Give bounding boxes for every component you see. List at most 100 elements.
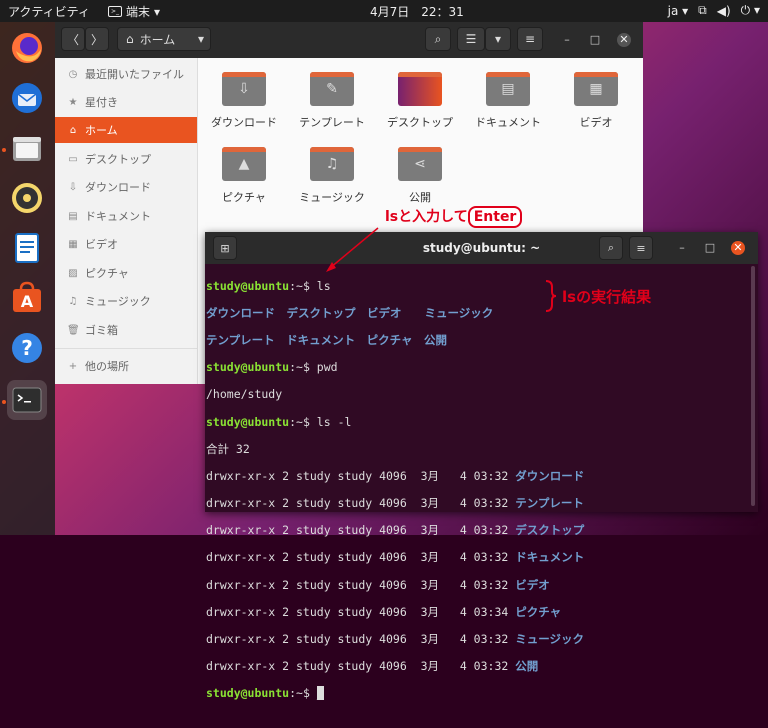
forward-button[interactable]: 〉 [85, 27, 109, 51]
terminal-line: study@ubuntu:~$ ls -l [206, 414, 352, 429]
running-indicator [2, 148, 6, 152]
software-center-icon: A [13, 281, 41, 312]
minimize-button[interactable]: – [560, 33, 574, 47]
document-icon: ▤ [68, 210, 78, 222]
folder-videos[interactable]: ▦ ビデオ [552, 68, 640, 142]
system-tray[interactable]: ja ▾ ⧉ ◀) ⏻ ▾ [668, 3, 760, 18]
chevron-down-icon: ▾ [154, 4, 161, 19]
sidebar-item-recent[interactable]: ◷ 最近開いたファイル [55, 61, 197, 87]
sidebar-item-other-locations[interactable]: + 他の場所 [55, 353, 197, 379]
input-method-indicator[interactable]: ja ▾ [668, 4, 689, 18]
sidebar-item-starred[interactable]: ★ 星付き [55, 89, 197, 115]
network-icon[interactable]: ⧉ [698, 3, 707, 18]
folder-templates[interactable]: ✎ テンプレート [288, 68, 376, 142]
video-icon: ▦ [68, 238, 78, 250]
view-options-button[interactable]: ▾ [485, 27, 511, 51]
libreoffice-writer-icon [15, 233, 39, 263]
thunderbird-icon [12, 83, 42, 113]
menu-button[interactable]: ≡ [517, 27, 543, 51]
top-bar: アクティビティ >_ 端末 ▾ 4月7日 22：31 ja ▾ ⧉ ◀) ⏻ ▾ [0, 0, 768, 22]
terminal-close-button[interactable]: ✕ [731, 241, 745, 255]
back-button[interactable]: 〈 [61, 27, 85, 51]
terminal-menu-button[interactable]: ≡ [629, 236, 653, 260]
terminal-line: study@ubuntu:~$ pwd [206, 360, 338, 375]
folder-downloads[interactable]: ⇩ ダウンロード [200, 68, 288, 142]
ls-l-row: drwxr-xr-x 2 study study 4096 3月 4 03:32… [206, 550, 585, 565]
power-icon[interactable]: ⏻ ▾ [741, 3, 760, 18]
dock-terminal[interactable] [7, 380, 47, 420]
svg-text:A: A [21, 292, 34, 311]
hamburger-icon: ≡ [524, 32, 536, 46]
terminal-output[interactable]: study@ubuntu:~$ ls ダウンロード デスクトップ ビデオ ミュー… [206, 266, 746, 728]
sidebar-item-music[interactable]: ♫ ミュージック [55, 288, 197, 314]
pwd-output: /home/study [206, 387, 283, 402]
location-button[interactable]: ⌂ ホーム ▾ [117, 27, 211, 51]
folder-pictures[interactable]: ▲ ピクチャ [200, 143, 288, 217]
folder-videos-icon: ▦ [574, 68, 618, 106]
dock-help[interactable]: ? [7, 328, 47, 368]
folder-music[interactable]: ♫ ミュージック [288, 143, 376, 217]
plus-icon: + [68, 360, 78, 372]
terminal-search-button[interactable]: ⌕ [599, 236, 623, 260]
home-icon: ⌂ [69, 124, 77, 136]
download-icon: ⇩ [68, 181, 78, 193]
folder-desktop[interactable]: デスクトップ [376, 68, 464, 142]
search-icon: ⌕ [434, 31, 442, 46]
terminal-headerbar: ⊞ study@ubuntu: ~ ⌕ ≡ – □ ✕ [205, 232, 758, 264]
search-icon: ⌕ [607, 241, 615, 254]
terminal-minimize-button[interactable]: – [675, 241, 689, 255]
files-icon [13, 137, 41, 161]
sidebar-separator [55, 348, 197, 349]
dock: A ? [0, 22, 55, 535]
sidebar-item-home[interactable]: ⌂ ホーム [55, 117, 197, 143]
sidebar-item-documents[interactable]: ▤ ドキュメント [55, 203, 197, 229]
folder-documents[interactable]: ▤ ドキュメント [464, 68, 552, 142]
close-button[interactable]: ✕ [617, 33, 631, 47]
ls-l-row: drwxr-xr-x 2 study study 4096 3月 4 03:34… [206, 604, 562, 619]
result-bracket [545, 280, 557, 312]
sidebar-item-trash[interactable]: 🗑 ゴミ箱 [55, 317, 197, 343]
app-name: 端末 [126, 5, 151, 19]
hamburger-icon: ≡ [636, 241, 646, 255]
ls-l-row: drwxr-xr-x 2 study study 4096 3月 4 03:32… [206, 523, 585, 538]
folder-templates-icon: ✎ [310, 68, 354, 106]
dock-software[interactable]: A [7, 278, 47, 318]
trash-icon: 🗑 [67, 324, 80, 336]
search-button[interactable]: ⌕ [425, 27, 451, 51]
maximize-button[interactable]: □ [588, 33, 602, 47]
chevron-down-icon: ▾ [494, 32, 502, 46]
sidebar-item-desktop[interactable]: ▭ デスクトップ [55, 146, 197, 172]
folder-music-icon: ♫ [310, 143, 354, 181]
music-icon: ♫ [68, 295, 78, 307]
dock-rhythmbox[interactable] [7, 178, 47, 218]
folder-download-icon: ⇩ [222, 68, 266, 106]
terminal-window: ⊞ study@ubuntu: ~ ⌕ ≡ – □ ✕ study@ubuntu… [205, 232, 758, 701]
folder-documents-icon: ▤ [486, 68, 530, 106]
clock-icon: ◷ [68, 68, 78, 80]
activities-button[interactable]: アクティビティ [8, 3, 90, 20]
rhythmbox-icon [12, 183, 42, 213]
sidebar-item-downloads[interactable]: ⇩ ダウンロード [55, 174, 197, 200]
total-line: 合計 32 [206, 441, 250, 456]
sidebar-item-pictures[interactable]: ▨ ピクチャ [55, 260, 197, 286]
dock-files[interactable] [7, 128, 47, 168]
dock-firefox[interactable] [7, 28, 47, 68]
enter-annotation: lsと入力して Enter [385, 206, 523, 228]
ls-l-row: drwxr-xr-x 2 study study 4096 3月 4 03:32… [206, 496, 584, 511]
app-menu[interactable]: >_ 端末 ▾ [108, 3, 160, 20]
places-sidebar: ◷ 最近開いたファイル ★ 星付き ⌂ ホーム ▭ デスクトップ ⇩ ダウンロード ▤ ドキ… [55, 58, 198, 384]
annotation-arrow [326, 227, 379, 272]
dock-thunderbird[interactable] [7, 78, 47, 118]
terminal-small-icon: >_ [108, 6, 122, 17]
clock[interactable]: 4月7日 22：31 [370, 3, 464, 20]
sidebar-item-videos[interactable]: ▦ ビデオ [55, 231, 197, 257]
terminal-scrollbar[interactable] [751, 266, 755, 506]
view-list-button[interactable]: ☰ [457, 27, 485, 51]
picture-icon: ▨ [68, 267, 78, 279]
dock-writer[interactable] [7, 228, 47, 268]
desktop-icon: ▭ [68, 153, 78, 165]
volume-icon[interactable]: ◀) [717, 4, 731, 18]
terminal-maximize-button[interactable]: □ [703, 241, 717, 255]
list-view-icon: ☰ [465, 32, 477, 46]
svg-text:?: ? [21, 336, 33, 360]
